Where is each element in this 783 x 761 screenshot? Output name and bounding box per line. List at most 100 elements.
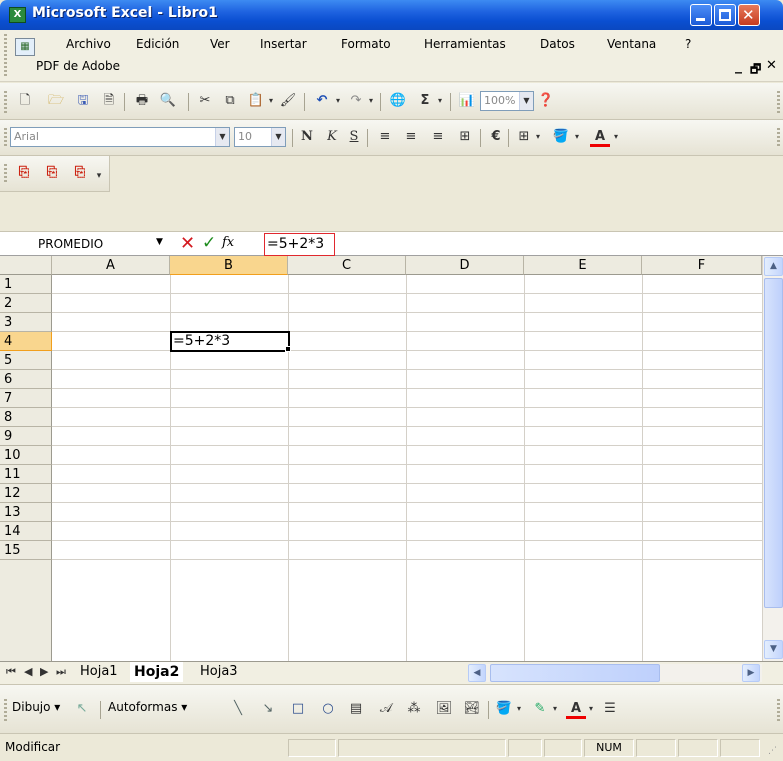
scroll-left-icon[interactable]: ◀ bbox=[468, 664, 486, 682]
fill-handle[interactable] bbox=[285, 346, 291, 352]
zoom-combo[interactable]: 100% ▼ bbox=[480, 91, 534, 111]
line-style-icon[interactable]: ☰ bbox=[600, 699, 620, 719]
row-header[interactable]: 15 bbox=[0, 541, 52, 560]
horizontal-scrollbar[interactable]: ◀ ▶ bbox=[468, 664, 762, 682]
row-header[interactable]: 14 bbox=[0, 522, 52, 541]
name-box-dropdown-icon[interactable]: ▼ bbox=[156, 237, 163, 247]
menu-archivo[interactable]: Archivo bbox=[66, 37, 111, 51]
menu-ayuda[interactable]: ? bbox=[685, 37, 691, 51]
last-sheet-icon[interactable]: ⏭ bbox=[56, 665, 66, 679]
hscroll-thumb[interactable] bbox=[490, 664, 660, 682]
sheet-tab-hoja1[interactable]: Hoja1 bbox=[76, 662, 122, 682]
close-button[interactable]: ✕ bbox=[738, 4, 760, 26]
minimize-button[interactable] bbox=[690, 4, 712, 26]
column-header-f[interactable]: F bbox=[642, 256, 762, 275]
cut-icon[interactable]: ✂ bbox=[195, 91, 215, 111]
menu-grip[interactable] bbox=[4, 34, 7, 78]
textbox-icon[interactable]: ▤ bbox=[346, 699, 366, 719]
first-sheet-icon[interactable]: ⏮ bbox=[6, 665, 16, 679]
row-header[interactable]: 9 bbox=[0, 427, 52, 446]
font-color-dropdown-icon[interactable]: ▾ bbox=[586, 699, 596, 719]
menu-pdf-adobe[interactable]: PDF de Adobe bbox=[36, 59, 120, 73]
toolbar-options-grip[interactable] bbox=[777, 128, 780, 148]
rectangle-icon[interactable]: □ bbox=[288, 699, 308, 719]
toolbar-grip[interactable] bbox=[4, 128, 7, 148]
chevron-down-icon[interactable]: ▼ bbox=[271, 128, 285, 146]
print-icon[interactable]: 🖶 bbox=[132, 91, 152, 111]
fill-color-icon[interactable]: 🪣 bbox=[551, 127, 571, 147]
scroll-down-icon[interactable]: ▼ bbox=[764, 640, 783, 659]
menu-ventana[interactable]: Ventana bbox=[607, 37, 656, 51]
toolbar-options-icon[interactable]: ▾ bbox=[94, 166, 104, 186]
menu-ver[interactable]: Ver bbox=[210, 37, 230, 51]
column-header-c[interactable]: C bbox=[288, 256, 406, 275]
font-name-combo[interactable]: Arial ▼ bbox=[10, 127, 230, 147]
scroll-thumb[interactable] bbox=[764, 278, 783, 608]
row-header[interactable]: 5 bbox=[0, 351, 52, 370]
resize-grip-icon[interactable]: ⋰ bbox=[768, 746, 777, 756]
row-header[interactable]: 8 bbox=[0, 408, 52, 427]
doc-close-icon[interactable]: ✕ bbox=[766, 58, 777, 73]
row-header[interactable]: 10 bbox=[0, 446, 52, 465]
sheet-tab-hoja2[interactable]: Hoja2 bbox=[130, 662, 184, 682]
open-icon[interactable]: 🗁 bbox=[46, 91, 66, 111]
line-icon[interactable]: ╲ bbox=[228, 699, 248, 719]
toolbar-options-grip[interactable] bbox=[777, 699, 780, 721]
toolbar-grip[interactable] bbox=[4, 91, 7, 113]
row-header[interactable]: 12 bbox=[0, 484, 52, 503]
underline-button[interactable]: S bbox=[344, 127, 364, 147]
menu-insertar[interactable]: Insertar bbox=[260, 37, 307, 51]
undo-dropdown-icon[interactable]: ▾ bbox=[333, 91, 343, 111]
maximize-button[interactable] bbox=[714, 4, 736, 26]
menu-herramientas[interactable]: Herramientas bbox=[424, 37, 506, 51]
undo-icon[interactable]: ↶ bbox=[312, 91, 332, 111]
select-all-corner[interactable] bbox=[0, 256, 52, 275]
row-header[interactable]: 1 bbox=[0, 275, 52, 294]
save-icon[interactable]: 🖫 bbox=[73, 91, 93, 111]
chart-wizard-icon[interactable]: 📊 bbox=[457, 91, 477, 111]
italic-button[interactable]: K bbox=[322, 127, 342, 147]
enter-icon[interactable]: ✓ bbox=[202, 233, 216, 253]
toolbar-options-grip[interactable] bbox=[777, 91, 780, 113]
bold-button[interactable]: N bbox=[297, 127, 317, 147]
chevron-down-icon[interactable]: ▼ bbox=[519, 92, 533, 110]
redo-dropdown-icon[interactable]: ▾ bbox=[366, 91, 376, 111]
vertical-scrollbar[interactable]: ▲ ▼ bbox=[762, 256, 783, 661]
convert-and-email-icon[interactable]: ⎘ bbox=[42, 163, 62, 183]
row-header[interactable]: 2 bbox=[0, 294, 52, 313]
workbook-icon[interactable]: ▦ bbox=[15, 38, 35, 56]
toolbar-grip[interactable] bbox=[4, 164, 7, 184]
autoshapes-menu-button[interactable]: Autoformas ▾ bbox=[108, 700, 187, 714]
hyperlink-icon[interactable]: 🌐 bbox=[388, 91, 408, 111]
row-header[interactable]: 13 bbox=[0, 503, 52, 522]
column-header-d[interactable]: D bbox=[406, 256, 524, 275]
menu-edicion[interactable]: Edición bbox=[136, 37, 179, 51]
permission-icon[interactable]: 🗎 bbox=[99, 91, 119, 111]
convert-to-pdf-icon[interactable]: ⎘ bbox=[14, 163, 34, 183]
help-icon[interactable]: ❓ bbox=[536, 91, 556, 111]
arrow-icon[interactable]: ↘ bbox=[258, 699, 278, 719]
column-header-b[interactable]: B bbox=[170, 256, 288, 275]
row-header[interactable]: 11 bbox=[0, 465, 52, 484]
toolbar-grip[interactable] bbox=[4, 699, 7, 721]
paste-dropdown-icon[interactable]: ▾ bbox=[266, 91, 276, 111]
row-header[interactable]: 7 bbox=[0, 389, 52, 408]
sheet-tab-hoja3[interactable]: Hoja3 bbox=[196, 662, 242, 682]
name-box[interactable]: PROMEDIO bbox=[2, 234, 146, 254]
chevron-down-icon[interactable]: ▼ bbox=[215, 128, 229, 146]
copy-icon[interactable]: ⧉ bbox=[220, 91, 240, 111]
autosum-icon[interactable]: Σ bbox=[415, 91, 435, 111]
format-painter-icon[interactable]: 🖌 bbox=[278, 91, 298, 111]
cancel-icon[interactable]: ✕ bbox=[180, 233, 195, 254]
row-header[interactable]: 6 bbox=[0, 370, 52, 389]
prev-sheet-icon[interactable]: ◀ bbox=[24, 665, 32, 678]
align-center-icon[interactable]: ≡ bbox=[401, 127, 421, 147]
menu-formato[interactable]: Formato bbox=[341, 37, 391, 51]
doc-minimize-icon[interactable]: _ bbox=[735, 58, 742, 74]
convert-and-review-icon[interactable]: ⎘ bbox=[70, 163, 90, 183]
diagram-icon[interactable]: ⁂ bbox=[404, 699, 424, 719]
print-preview-icon[interactable]: 🔍 bbox=[158, 91, 178, 111]
select-objects-icon[interactable]: ↖ bbox=[72, 699, 92, 719]
formula-input[interactable]: =5+2*3 bbox=[264, 233, 335, 256]
column-header-e[interactable]: E bbox=[524, 256, 642, 275]
